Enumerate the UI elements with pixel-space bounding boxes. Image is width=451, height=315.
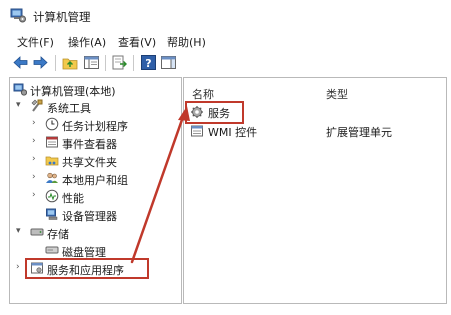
chevron-down-icon[interactable]: ▾ bbox=[16, 100, 21, 110]
details-list: 名称 类型 服务 WMI 控件 扩展管理单元 bbox=[183, 77, 447, 304]
tree-item-shared-folders[interactable]: › 共享文件夹 bbox=[30, 153, 180, 169]
toolbar-separator bbox=[55, 55, 56, 71]
tree-label: 存储 bbox=[47, 228, 69, 241]
storage-icon bbox=[30, 228, 44, 236]
chevron-right-icon[interactable]: › bbox=[32, 136, 36, 146]
back-arrow-icon[interactable] bbox=[12, 54, 29, 71]
tree-label: 任务计划程序 bbox=[62, 120, 128, 133]
chevron-right-icon[interactable]: › bbox=[32, 154, 36, 164]
toolbar: ? bbox=[0, 50, 451, 76]
users-icon bbox=[46, 172, 58, 183]
chevron-right-icon[interactable]: › bbox=[16, 262, 20, 272]
tree-label: 设备管理器 bbox=[62, 210, 117, 223]
menu-help[interactable]: 帮助(H) bbox=[167, 34, 206, 50]
chevron-right-icon[interactable]: › bbox=[32, 172, 36, 182]
list-item-wmi-control[interactable]: WMI 控件 扩展管理单元 bbox=[188, 123, 438, 139]
column-header-type[interactable]: 类型 bbox=[326, 86, 348, 102]
tools-icon bbox=[31, 99, 43, 112]
tree-item-system-tools[interactable]: ▾ 系统工具 bbox=[14, 99, 179, 115]
menu-action[interactable]: 操作(A) bbox=[68, 34, 106, 50]
computer-management-icon bbox=[10, 8, 26, 23]
wmi-control-icon bbox=[191, 125, 203, 137]
window-title: 计算机管理 bbox=[33, 10, 91, 24]
column-header-name[interactable]: 名称 bbox=[192, 86, 214, 102]
tree-item-performance[interactable]: › 性能 bbox=[30, 189, 180, 205]
clock-icon bbox=[45, 117, 59, 131]
tree-item-local-users-groups[interactable]: › 本地用户和组 bbox=[30, 171, 180, 187]
forward-arrow-icon[interactable] bbox=[32, 54, 49, 71]
help-icon[interactable]: ? bbox=[140, 54, 157, 71]
tree-item-device-manager[interactable]: 设备管理器 bbox=[30, 207, 180, 223]
chevron-down-icon[interactable]: ▾ bbox=[16, 226, 21, 236]
shared-folder-icon bbox=[45, 156, 59, 166]
tree-label: 本地用户和组 bbox=[62, 174, 128, 187]
toolbar-separator bbox=[133, 55, 134, 71]
navigation-tree: 计算机管理(本地) ▾ 系统工具 › 任务计划程序 › 事件查看器 › 共享文件… bbox=[9, 77, 182, 304]
export-list-icon[interactable] bbox=[111, 54, 128, 71]
tree-label: 事件查看器 bbox=[62, 138, 117, 151]
tree-item-computer-management-local[interactable]: 计算机管理(本地) bbox=[13, 82, 178, 98]
chevron-right-icon[interactable]: › bbox=[32, 190, 36, 200]
performance-icon bbox=[45, 189, 59, 203]
highlight-box-services bbox=[185, 101, 244, 124]
tree-item-storage[interactable]: ▾ 存储 bbox=[14, 225, 179, 241]
show-hide-tree-icon[interactable] bbox=[83, 54, 100, 71]
device-manager-icon bbox=[46, 208, 58, 220]
svg-text:?: ? bbox=[145, 57, 151, 70]
disk-icon bbox=[45, 246, 59, 254]
tree-item-disk-management[interactable]: 磁盘管理 bbox=[30, 243, 180, 259]
tree-item-task-scheduler[interactable]: › 任务计划程序 bbox=[30, 117, 180, 133]
highlight-box-services-applications bbox=[25, 258, 149, 279]
menu-file[interactable]: 文件(F) bbox=[17, 34, 54, 50]
show-hide-action-pane-icon[interactable] bbox=[160, 54, 177, 71]
title-bar: 计算机管理 bbox=[0, 0, 451, 30]
list-item-type: 扩展管理单元 bbox=[326, 126, 392, 139]
tree-label: 计算机管理(本地) bbox=[30, 85, 116, 98]
menu-bar: 文件(F) 操作(A) 查看(V) 帮助(H) bbox=[0, 30, 451, 50]
list-item-name: WMI 控件 bbox=[208, 126, 258, 139]
tree-item-event-viewer[interactable]: › 事件查看器 bbox=[30, 135, 180, 151]
menu-view[interactable]: 查看(V) bbox=[118, 34, 156, 50]
toolbar-separator bbox=[105, 55, 106, 71]
event-log-icon bbox=[46, 136, 58, 148]
up-folder-icon[interactable] bbox=[62, 54, 79, 71]
tree-label: 共享文件夹 bbox=[62, 156, 117, 169]
computer-management-icon bbox=[13, 83, 27, 96]
chevron-right-icon[interactable]: › bbox=[32, 118, 36, 128]
tree-label: 系统工具 bbox=[47, 102, 91, 115]
tree-label: 性能 bbox=[62, 192, 84, 205]
